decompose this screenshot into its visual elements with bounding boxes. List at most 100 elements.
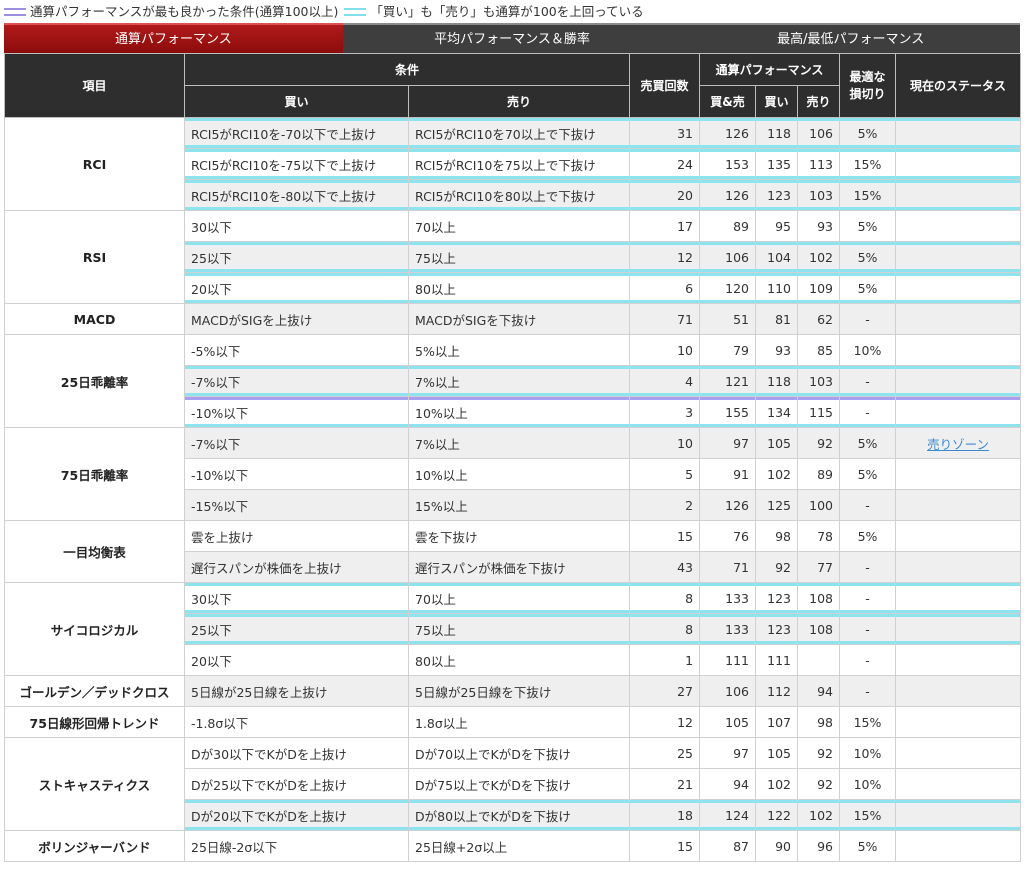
table-row: RCI RCI5がRCI10を-70以下で上抜け RCI5がRCI10を70以上で下…: [4, 117, 1022, 211]
buy-condition: 25日線-2σ以下: [184, 830, 409, 862]
status: [895, 148, 1022, 180]
perf-sell: 108: [797, 613, 841, 645]
perf-buy: 134: [755, 396, 799, 428]
buy-condition: 雲を上抜け: [184, 520, 409, 552]
buy-condition: 20以下: [184, 272, 409, 304]
sell-condition: MACDがSIGを下抜け: [407, 303, 631, 335]
trade-count: 8: [629, 613, 701, 645]
table-row: 75日線形回帰トレンド -1.8σ以下 1.8σ以上 12 105 107 98 15%: [4, 706, 1022, 738]
status: [895, 334, 1022, 366]
perf-buy: 105: [755, 737, 799, 769]
buy-condition: 30以下: [184, 210, 409, 242]
tab-max-min-performance[interactable]: 最高/最低パフォーマンス: [681, 23, 1021, 53]
perf-sell: 92: [797, 427, 841, 459]
stoploss: 10%: [839, 768, 897, 800]
header-performance: 通算パフォーマンス: [699, 53, 841, 86]
trade-count: 2: [629, 489, 701, 521]
stoploss: 5%: [839, 520, 897, 552]
sell-condition: 75以上: [407, 613, 631, 645]
indicator-name: ストキャスティクス: [4, 737, 185, 831]
status: [895, 210, 1022, 242]
trade-count: 27: [629, 675, 701, 707]
buy-condition: 20以下: [184, 644, 409, 676]
buy-condition: -5%以下: [184, 334, 409, 366]
buy-condition: 遅行スパンが株価を上抜け: [184, 551, 409, 583]
stoploss: -: [839, 489, 897, 521]
perf-sell: 113: [797, 148, 841, 180]
perf-both: 94: [699, 768, 757, 800]
buy-condition: Dが20以下でKがDを上抜け: [184, 799, 409, 831]
table-body: RCI RCI5がRCI10を-70以下で上抜け RCI5がRCI10を70以上で下…: [4, 117, 1022, 862]
perf-sell: 115: [797, 396, 841, 428]
sell-condition: 雲を下抜け: [407, 520, 631, 552]
status: [895, 737, 1022, 769]
sell-condition: Dが80以上でKがDを下抜け: [407, 799, 631, 831]
legend-cyan-text: 「買い」も「売り」も通算が100を上回っている: [370, 4, 644, 19]
status: [895, 117, 1022, 149]
perf-both: 126: [699, 117, 757, 149]
perf-sell: 108: [797, 582, 841, 614]
table-row: RSI 30以下 70以上 17 89 95 93 5%: [4, 210, 1022, 304]
stoploss: 15%: [839, 706, 897, 738]
trade-count: 21: [629, 768, 701, 800]
stoploss: 5%: [839, 117, 897, 149]
table-row: 一目均衡表 雲を上抜け 雲を下抜け 15 76 98 78 5%: [4, 520, 1022, 583]
stoploss: 15%: [839, 148, 897, 180]
perf-both: 124: [699, 799, 757, 831]
header-status: 現在のステータス: [895, 53, 1022, 118]
perf-sell: 96: [797, 830, 841, 862]
sell-condition: 70以上: [407, 582, 631, 614]
sell-condition: RCI5がRCI10を70以上で下抜け: [407, 117, 631, 149]
perf-buy: 102: [755, 458, 799, 490]
perf-sell: 106: [797, 117, 841, 149]
status: [895, 768, 1022, 800]
perf-both: 155: [699, 396, 757, 428]
header-perf-both: 買&売: [699, 85, 757, 118]
perf-both: 91: [699, 458, 757, 490]
perf-buy: 118: [755, 117, 799, 149]
indicator-name: ゴールデン／デッドクロス: [4, 675, 185, 707]
perf-both: 126: [699, 179, 757, 211]
performance-table: 項目 条件 売買回数 通算パフォーマンス 最適な 損切り 現在のステータス 買い…: [4, 53, 1022, 862]
buy-condition: Dが30以下でKがDを上抜け: [184, 737, 409, 769]
buy-condition: 25以下: [184, 613, 409, 645]
perf-buy: 123: [755, 613, 799, 645]
buy-condition: 5日線が25日線を上抜け: [184, 675, 409, 707]
perf-both: 126: [699, 489, 757, 521]
trade-count: 20: [629, 179, 701, 211]
stoploss: -: [839, 613, 897, 645]
header-stoploss: 最適な 損切り: [839, 53, 897, 118]
stoploss: -: [839, 303, 897, 335]
indicator-name: RSI: [4, 210, 185, 304]
header-stoploss-label: 最適な 損切り: [849, 69, 886, 101]
perf-sell: 94: [797, 675, 841, 707]
stoploss: 5%: [839, 272, 897, 304]
tab-total-performance[interactable]: 通算パフォーマンス: [4, 23, 343, 53]
status-link[interactable]: 売りゾーン: [927, 437, 989, 452]
tab-average-performance[interactable]: 平均パフォーマンス＆勝率: [342, 23, 682, 53]
header-item: 項目: [4, 53, 185, 118]
table-row: サイコロジカル 30以下 70以上 8 133 123 108-: [4, 582, 1022, 676]
status: [895, 675, 1022, 707]
perf-both: 121: [699, 365, 757, 397]
stoploss: -: [839, 551, 897, 583]
stoploss: 5%: [839, 241, 897, 273]
buy-condition: RCI5がRCI10を-80以下で上抜け: [184, 179, 409, 211]
sell-condition: 7%以上: [407, 365, 631, 397]
perf-buy: 107: [755, 706, 799, 738]
status: [895, 551, 1022, 583]
indicator-name: 25日乖離率: [4, 334, 185, 428]
perf-sell: [797, 644, 841, 676]
perf-buy: 92: [755, 551, 799, 583]
perf-buy: 112: [755, 675, 799, 707]
buy-condition: 30以下: [184, 582, 409, 614]
stoploss: -: [839, 582, 897, 614]
header-sell: 売り: [407, 85, 631, 118]
perf-both: 97: [699, 737, 757, 769]
buy-condition: -10%以下: [184, 458, 409, 490]
stoploss: 5%: [839, 458, 897, 490]
indicator-name: RCI: [4, 117, 185, 211]
perf-buy: 98: [755, 520, 799, 552]
perf-sell: 89: [797, 458, 841, 490]
sell-condition: 5%以上: [407, 334, 631, 366]
